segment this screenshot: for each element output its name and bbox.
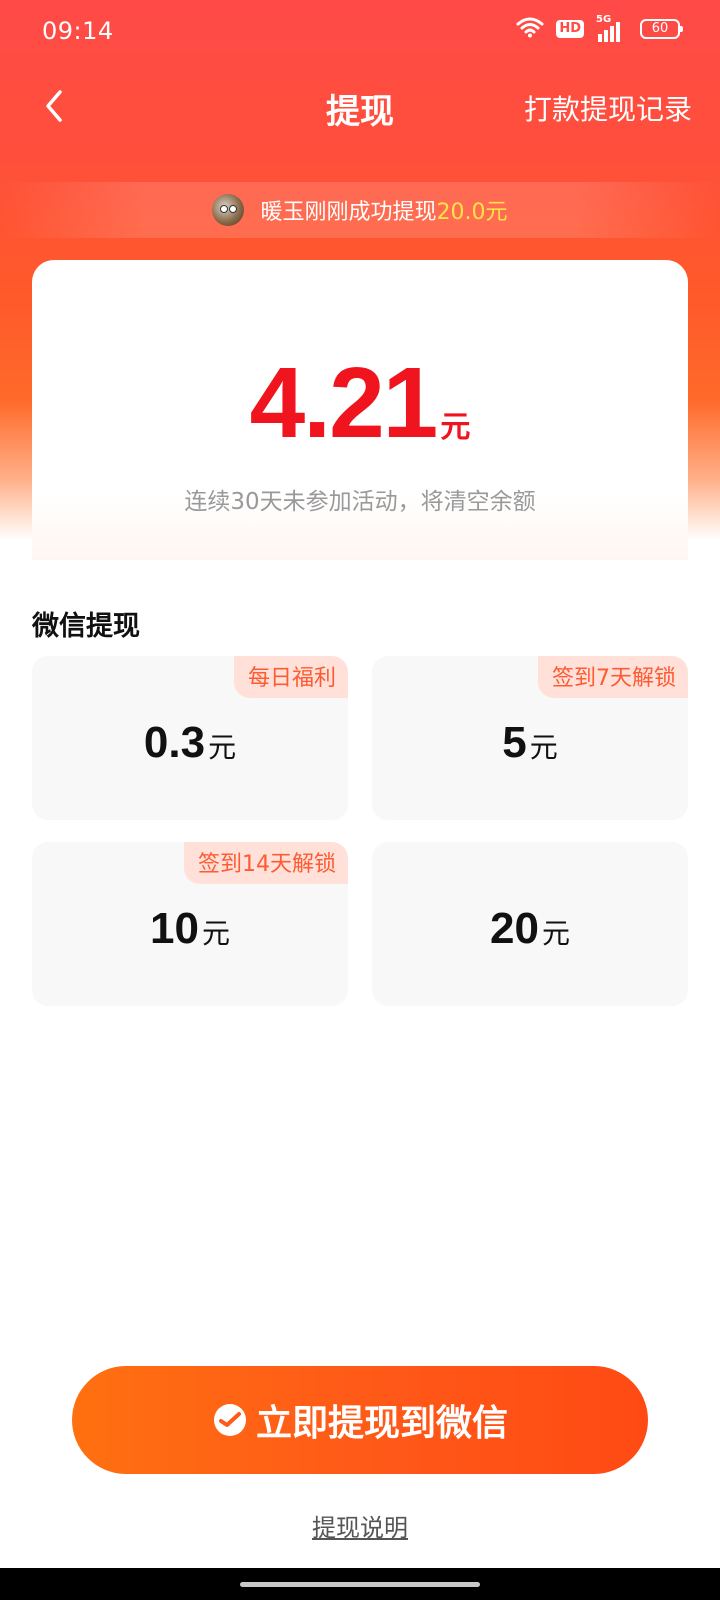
home-indicator[interactable] [240, 1582, 480, 1587]
withdraw-option-0-3[interactable]: 每日福利 0.3 元 [32, 656, 348, 820]
option-unit: 元 [529, 731, 558, 764]
withdraw-record-link[interactable]: 打款提现记录 [524, 88, 692, 128]
option-unit: 元 [201, 917, 230, 950]
battery-icon: 60 [640, 19, 683, 39]
chevron-left-icon [46, 90, 62, 122]
option-badge: 每日福利 [233, 656, 348, 698]
balance-display: 4.21 元 [32, 346, 688, 461]
balance-card: 4.21 元 连续30天未参加活动，将清空余额 [32, 260, 688, 560]
option-amount: 5 [502, 718, 527, 767]
ticker-amount: 20.0元 [436, 200, 508, 225]
back-button[interactable] [36, 86, 76, 126]
withdraw-option-5[interactable]: 签到7天解锁 5元 [372, 656, 688, 820]
ticker-message: 暖玉刚刚成功提现 [260, 200, 437, 225]
avatar [212, 194, 245, 226]
wifi-icon [516, 16, 544, 42]
status-icons: HD 5G 60 [516, 14, 683, 42]
status-time: 09:14 [42, 17, 114, 45]
option-amount: 0.3 [143, 718, 206, 767]
option-badge: 签到7天解锁 [538, 656, 688, 698]
withdraw-ticker: 暖玉刚刚成功提现 20.0元 [0, 182, 720, 238]
option-unit: 元 [208, 731, 237, 764]
balance-note: 连续30天未参加活动，将清空余额 [184, 489, 536, 515]
option-amount: 20 [490, 904, 539, 953]
withdraw-help-link[interactable]: 提现说明 [0, 1508, 720, 1543]
wechat-icon [213, 1404, 246, 1436]
option-unit: 元 [541, 917, 570, 950]
option-badge: 签到14天解锁 [184, 842, 348, 884]
withdraw-option-10[interactable]: 签到14天解锁 10 元 [32, 842, 348, 1006]
withdraw-option-20[interactable]: 20 元 [372, 842, 688, 1006]
option-amount: 10 [150, 904, 199, 953]
status-bar: 09:14 HD 5G 60 [0, 0, 720, 64]
system-nav-bar [0, 1568, 720, 1600]
withdraw-to-wechat-button[interactable]: 立即提现到微信 [72, 1366, 648, 1474]
hd-icon: HD [556, 20, 584, 38]
signal-icon: 5G [596, 14, 628, 42]
section-title: 微信提现 [32, 611, 140, 642]
balance-unit: 元 [440, 410, 471, 445]
withdraw-button-label: 立即提现到微信 [255, 1403, 508, 1444]
balance-amount: 4.21 [249, 347, 439, 459]
